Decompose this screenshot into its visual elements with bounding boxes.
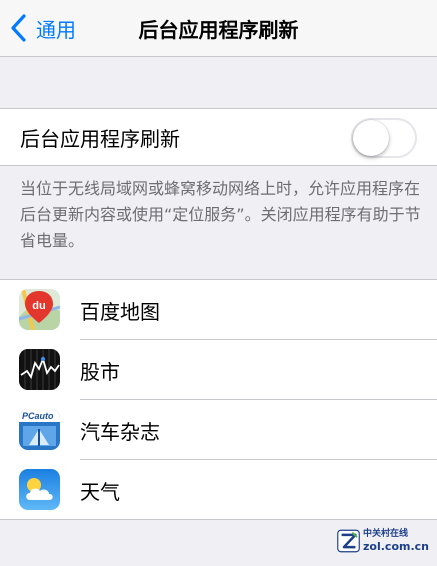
- pcauto-icon: PCauto: [19, 409, 60, 450]
- app-list: du 百度地图 股市 PCauto 汽车杂志 天气: [0, 279, 437, 520]
- back-button[interactable]: 通用: [8, 10, 76, 46]
- list-item-baidu-map[interactable]: du 百度地图: [0, 280, 437, 340]
- watermark-en: zol.com.cn: [363, 540, 429, 553]
- navigation-bar: 通用 后台应用程序刷新: [0, 0, 437, 57]
- watermark-cn: 中关村在线: [363, 529, 409, 539]
- zol-watermark: 中关村在线 zol.com.cn: [337, 524, 429, 558]
- weather-icon: [19, 469, 60, 510]
- background-refresh-group: 后台应用程序刷新: [0, 108, 437, 166]
- zol-logo-icon: [337, 529, 360, 553]
- app-name: 天气: [80, 479, 120, 504]
- app-name: 汽车杂志: [80, 419, 160, 444]
- list-item-stocks[interactable]: 股市: [0, 340, 437, 400]
- switch-knob: [353, 120, 389, 156]
- app-name: 股市: [80, 359, 120, 384]
- description-text: 当位于无线局域网或蜂窝移动网络上时，允许应用程序在后台更新内容或使用“定位服务”…: [20, 179, 421, 250]
- background-refresh-label: 后台应用程序刷新: [20, 126, 180, 151]
- list-item-pcauto[interactable]: PCauto 汽车杂志: [0, 400, 437, 460]
- baidu-map-icon: du: [19, 289, 60, 330]
- background-refresh-switch[interactable]: [351, 118, 417, 158]
- back-label: 通用: [36, 17, 76, 42]
- stocks-icon: [19, 349, 60, 390]
- chevron-left-icon: [11, 14, 26, 42]
- list-item-weather[interactable]: 天气: [0, 460, 437, 520]
- app-name: 百度地图: [80, 299, 160, 324]
- svg-text:du: du: [32, 300, 45, 312]
- svg-text:PCauto: PCauto: [22, 411, 54, 421]
